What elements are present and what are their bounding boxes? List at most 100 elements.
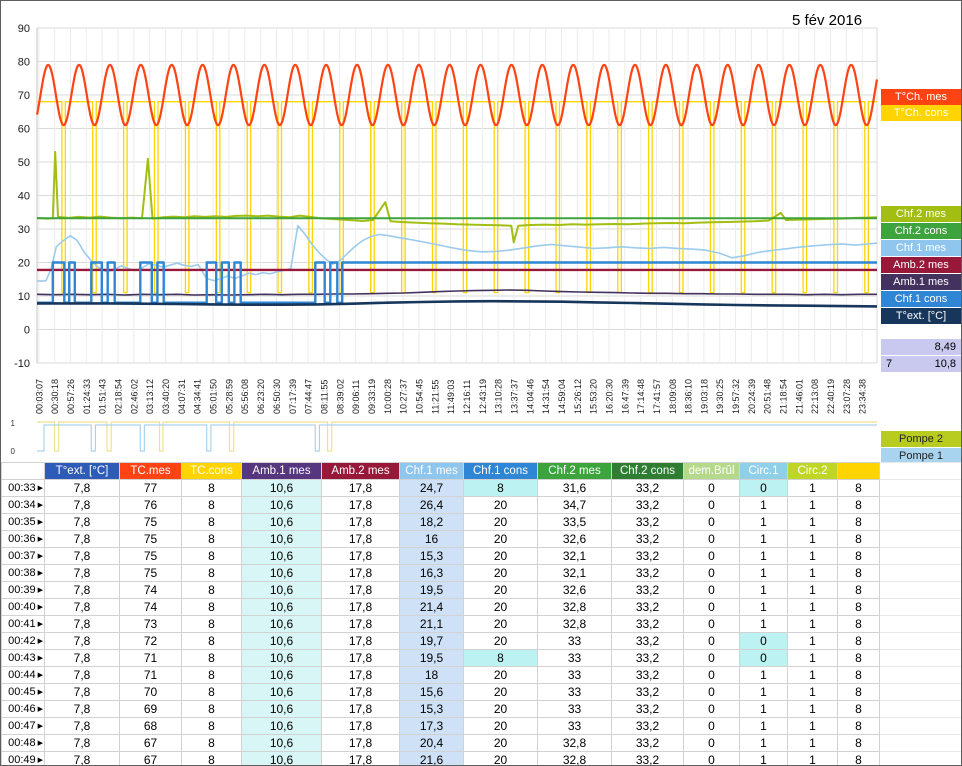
data-cell[interactable]: 8: [837, 615, 880, 633]
data-cell[interactable]: 1: [787, 632, 838, 650]
data-cell[interactable]: 10,6: [241, 615, 322, 633]
data-cell[interactable]: 8: [181, 734, 242, 752]
data-cell[interactable]: 10,6: [241, 683, 322, 701]
data-cell[interactable]: 33: [537, 700, 612, 718]
data-cell[interactable]: 17,8: [321, 649, 400, 667]
data-cell[interactable]: 7,8: [44, 547, 120, 565]
column-header-chf-1-cons[interactable]: Chf.1 cons: [463, 462, 538, 480]
data-cell[interactable]: 7,8: [44, 717, 120, 735]
data-cell[interactable]: 8: [837, 581, 880, 599]
data-cell[interactable]: 33,2: [611, 564, 684, 582]
data-cell[interactable]: 8: [463, 649, 538, 667]
column-header-blank-13[interactable]: [837, 462, 880, 480]
data-cell[interactable]: 0: [683, 547, 740, 565]
data-cell[interactable]: 32,8: [537, 751, 612, 765]
data-cell[interactable]: 0: [683, 598, 740, 616]
column-header-amb-2-mes[interactable]: Amb.2 mes: [321, 462, 400, 480]
data-cell[interactable]: 67: [119, 734, 182, 752]
data-cell[interactable]: 17,8: [321, 496, 400, 514]
data-cell[interactable]: 20: [463, 700, 538, 718]
data-cell[interactable]: 0: [683, 700, 740, 718]
data-cell[interactable]: 8: [181, 547, 242, 565]
data-cell[interactable]: 8: [181, 479, 242, 497]
data-cell[interactable]: 33,2: [611, 683, 684, 701]
data-cell[interactable]: 1: [787, 700, 838, 718]
data-cell[interactable]: 8: [181, 598, 242, 616]
data-cell[interactable]: 8: [837, 700, 880, 718]
data-cell[interactable]: 1: [739, 581, 788, 599]
column-header-blank-0[interactable]: [1, 462, 45, 480]
data-cell[interactable]: 0: [683, 751, 740, 765]
data-cell[interactable]: 1: [787, 649, 838, 667]
data-cell[interactable]: 33,5: [537, 513, 612, 531]
data-cell[interactable]: 33,2: [611, 615, 684, 633]
data-cell[interactable]: 15,6: [399, 683, 464, 701]
data-cell[interactable]: 20: [463, 666, 538, 684]
time-cell[interactable]: 00:44 ▶: [1, 666, 45, 684]
data-cell[interactable]: 20: [463, 717, 538, 735]
data-cell[interactable]: 19,5: [399, 649, 464, 667]
data-cell[interactable]: 20: [463, 513, 538, 531]
data-cell[interactable]: 20: [463, 683, 538, 701]
data-cell[interactable]: 8: [837, 717, 880, 735]
data-cell[interactable]: 1: [739, 615, 788, 633]
data-cell[interactable]: 1: [787, 751, 838, 765]
data-cell[interactable]: 20: [463, 547, 538, 565]
data-cell[interactable]: 8: [837, 547, 880, 565]
data-cell[interactable]: 1: [739, 666, 788, 684]
data-cell[interactable]: 32,8: [537, 598, 612, 616]
data-cell[interactable]: 8: [837, 649, 880, 667]
data-cell[interactable]: 20: [463, 564, 538, 582]
legend-cell-chf2-mes[interactable]: Chf.2 mes: [881, 206, 961, 222]
data-cell[interactable]: 1: [787, 479, 838, 497]
data-cell[interactable]: 33,2: [611, 666, 684, 684]
data-cell[interactable]: 69: [119, 700, 182, 718]
data-cell[interactable]: 8: [181, 666, 242, 684]
data-cell[interactable]: 10,6: [241, 564, 322, 582]
data-cell[interactable]: 33: [537, 666, 612, 684]
time-cell[interactable]: 00:41 ▶: [1, 615, 45, 633]
data-cell[interactable]: 7,8: [44, 632, 120, 650]
data-cell[interactable]: 19,5: [399, 581, 464, 599]
data-cell[interactable]: 77: [119, 479, 182, 497]
data-cell[interactable]: 20: [463, 632, 538, 650]
data-cell[interactable]: 17,8: [321, 700, 400, 718]
data-cell[interactable]: 20: [463, 598, 538, 616]
data-cell[interactable]: 0: [683, 734, 740, 752]
time-cell[interactable]: 00:38 ▶: [1, 564, 45, 582]
data-cell[interactable]: 72: [119, 632, 182, 650]
data-cell[interactable]: 15,3: [399, 700, 464, 718]
data-cell[interactable]: 20: [463, 530, 538, 548]
data-cell[interactable]: 1: [787, 530, 838, 548]
data-cell[interactable]: 33,2: [611, 479, 684, 497]
data-cell[interactable]: 8: [837, 530, 880, 548]
time-cell[interactable]: 00:46 ▶: [1, 700, 45, 718]
data-cell[interactable]: 24,7: [399, 479, 464, 497]
data-cell[interactable]: 17,8: [321, 632, 400, 650]
data-cell[interactable]: 10,6: [241, 598, 322, 616]
data-cell[interactable]: 32,1: [537, 547, 612, 565]
data-cell[interactable]: 1: [739, 496, 788, 514]
time-cell[interactable]: 00:36 ▶: [1, 530, 45, 548]
data-cell[interactable]: 31,6: [537, 479, 612, 497]
data-cell[interactable]: 17,8: [321, 530, 400, 548]
data-cell[interactable]: 17,8: [321, 547, 400, 565]
data-cell[interactable]: 17,8: [321, 666, 400, 684]
data-cell[interactable]: 75: [119, 564, 182, 582]
time-cell[interactable]: 00:45 ▶: [1, 683, 45, 701]
data-cell[interactable]: 10,6: [241, 530, 322, 548]
data-cell[interactable]: 8: [181, 581, 242, 599]
data-cell[interactable]: 20: [463, 751, 538, 765]
legend-cell-t-ch-cons[interactable]: T°Ch. cons: [881, 105, 961, 121]
data-cell[interactable]: 0: [683, 496, 740, 514]
time-cell[interactable]: 00:34 ▶: [1, 496, 45, 514]
legend-cell-stat-2[interactable]: 7 10,8: [881, 356, 961, 372]
column-header-chf-1-mes[interactable]: Chf.1 mes: [399, 462, 464, 480]
data-cell[interactable]: 8: [837, 496, 880, 514]
data-cell[interactable]: 7,8: [44, 666, 120, 684]
data-cell[interactable]: 8: [181, 751, 242, 765]
data-cell[interactable]: 1: [787, 581, 838, 599]
time-cell[interactable]: 00:37 ▶: [1, 547, 45, 565]
data-cell[interactable]: 33,2: [611, 649, 684, 667]
data-cell[interactable]: 68: [119, 717, 182, 735]
